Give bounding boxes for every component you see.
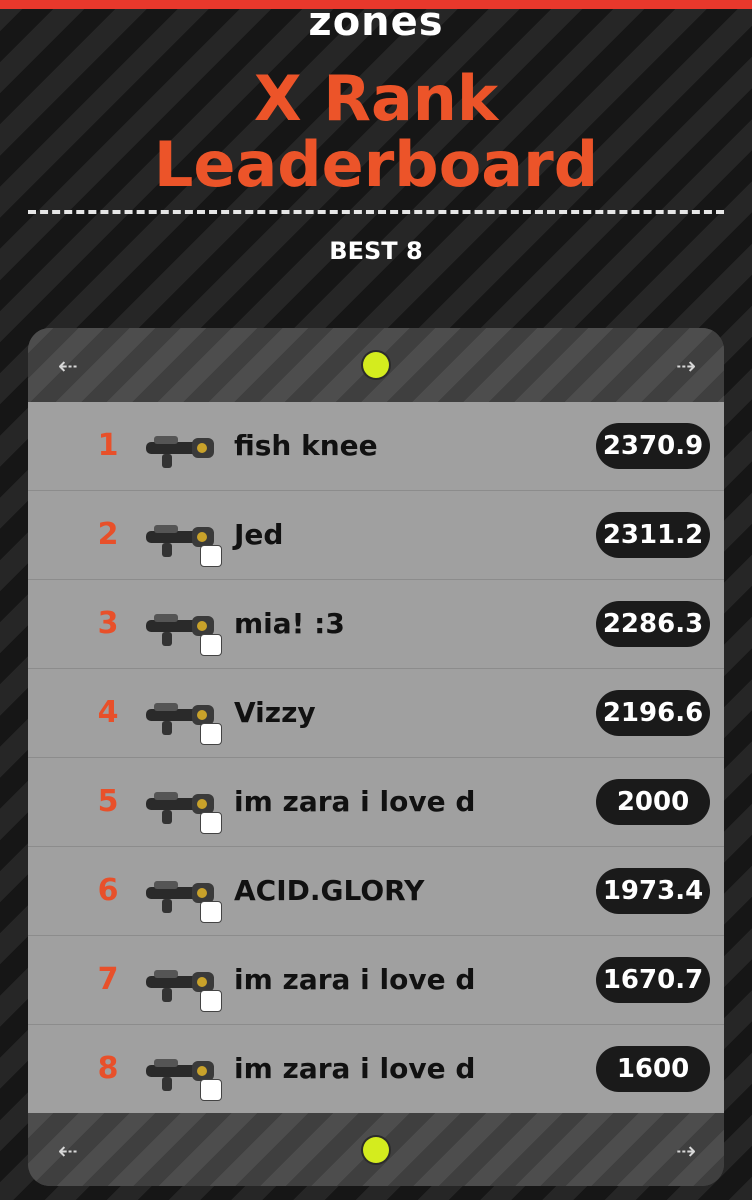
rank-number: 2 bbox=[97, 517, 119, 552]
badge-icon bbox=[200, 901, 222, 923]
arrow-left-icon[interactable]: ⇠ bbox=[58, 354, 78, 378]
leaderboard-row[interactable]: 5 im zara i love d 2000 bbox=[28, 758, 724, 847]
player-name: mia! :3 bbox=[234, 607, 345, 640]
rank-number: 6 bbox=[97, 873, 119, 908]
leaderboard-row[interactable]: 1 fish knee 2370.9 bbox=[28, 402, 724, 491]
power-score: 1973.4 bbox=[596, 868, 710, 914]
leaderboard-row[interactable]: 4 Vizzy 2196.6 bbox=[28, 669, 724, 758]
badge-icon bbox=[200, 1079, 222, 1101]
title-line-1: X Rank bbox=[253, 62, 499, 135]
page-dot-indicator bbox=[363, 352, 389, 378]
rank-number: 7 bbox=[97, 962, 119, 997]
leaderboard-row[interactable]: 6 ACID.GLORY 1973.4 bbox=[28, 847, 724, 936]
leaderboard-rows: 1 fish knee 2370.9 2 Jed 2311.2 3 mia! :3 2286.3… bbox=[28, 402, 724, 1114]
leaderboard-panel: ⇠ ⇢ 1 fish knee 2370.9 2 Jed 2311.2 3 mia! :3 22… bbox=[28, 328, 724, 1186]
leaderboard-footer: ⇠ ⇢ bbox=[28, 1113, 724, 1186]
power-score: 2196.6 bbox=[596, 690, 710, 736]
badge-icon bbox=[200, 990, 222, 1012]
weapon-icon bbox=[140, 416, 222, 478]
badge-icon bbox=[200, 545, 222, 567]
page-dot-indicator bbox=[363, 1137, 389, 1163]
page-title: X Rank Leaderboard bbox=[0, 66, 752, 198]
leaderboard-header: ⇠ ⇢ bbox=[28, 328, 724, 402]
leaderboard-row[interactable]: 8 im zara i love d 1600 bbox=[28, 1025, 724, 1114]
dashed-divider bbox=[28, 210, 724, 214]
power-score: 1600 bbox=[596, 1046, 710, 1092]
badge-icon bbox=[200, 723, 222, 745]
power-score: 2000 bbox=[596, 779, 710, 825]
arrow-right-icon[interactable]: ⇢ bbox=[676, 354, 696, 378]
rank-number: 4 bbox=[97, 695, 119, 730]
leaderboard-row[interactable]: 3 mia! :3 2286.3 bbox=[28, 580, 724, 669]
player-name: im zara i love d bbox=[234, 1052, 476, 1085]
player-name: ACID.GLORY bbox=[234, 874, 425, 907]
player-name: fish knee bbox=[234, 429, 378, 462]
power-score: 2370.9 bbox=[596, 423, 710, 469]
leaderboard-row[interactable]: 2 Jed 2311.2 bbox=[28, 491, 724, 580]
arrow-right-icon[interactable]: ⇢ bbox=[676, 1139, 696, 1163]
mode-title: zones bbox=[308, 0, 444, 45]
power-score: 2311.2 bbox=[596, 512, 710, 558]
rank-number: 3 bbox=[97, 606, 119, 641]
player-name: im zara i love d bbox=[234, 785, 476, 818]
rank-number: 5 bbox=[97, 784, 119, 819]
leaderboard-row[interactable]: 7 im zara i love d 1670.7 bbox=[28, 936, 724, 1025]
arrow-left-icon[interactable]: ⇠ bbox=[58, 1139, 78, 1163]
badge-icon bbox=[200, 634, 222, 656]
rank-number: 1 bbox=[97, 428, 119, 463]
power-score: 2286.3 bbox=[596, 601, 710, 647]
title-line-2: Leaderboard bbox=[153, 128, 599, 201]
badge-icon bbox=[200, 812, 222, 834]
player-name: im zara i love d bbox=[234, 963, 476, 996]
player-name: Jed bbox=[234, 518, 284, 551]
power-score: 1670.7 bbox=[596, 957, 710, 1003]
subtitle: BEST 8 bbox=[329, 237, 423, 265]
rank-number: 8 bbox=[97, 1051, 119, 1086]
player-name: Vizzy bbox=[234, 696, 316, 729]
